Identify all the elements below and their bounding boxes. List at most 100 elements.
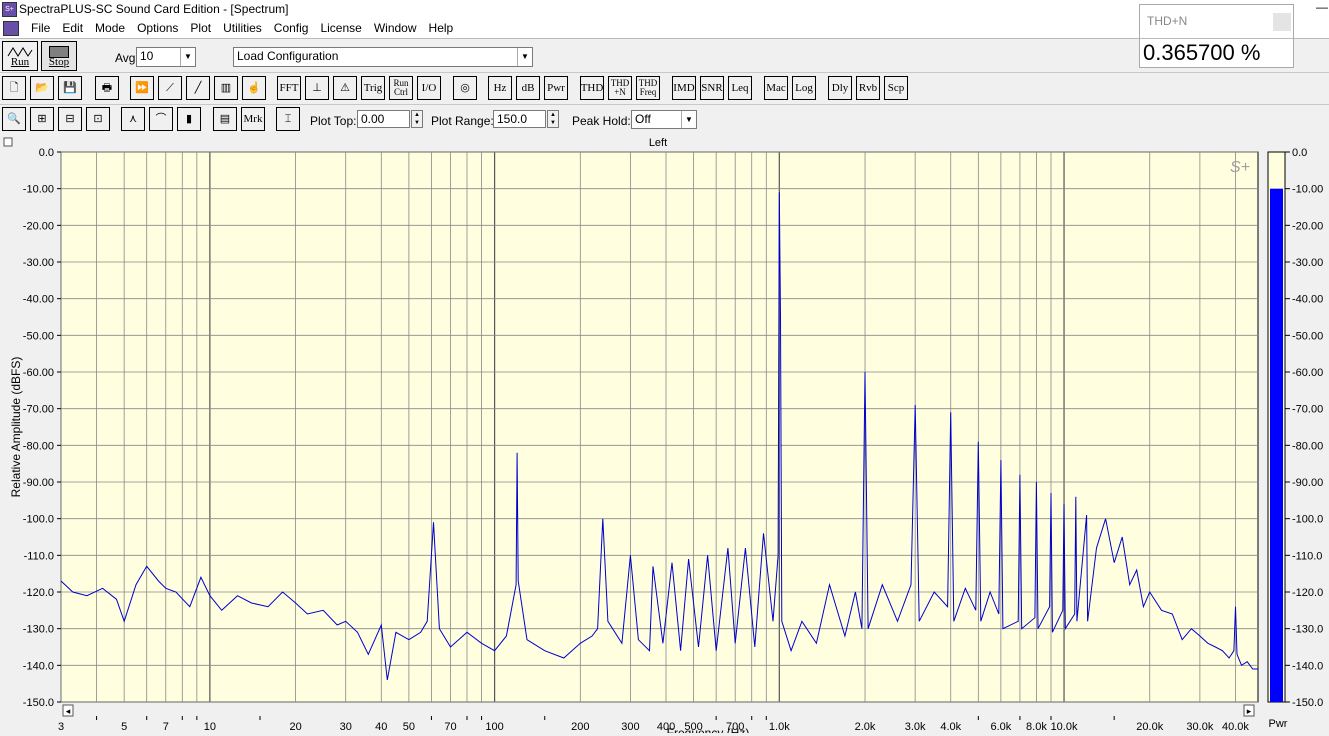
plot-range-spinner[interactable]: ▲ ▼ xyxy=(547,110,559,128)
pwr-button[interactable]: Pwr xyxy=(544,76,568,100)
menu-plot[interactable]: Plot xyxy=(184,21,217,35)
x-axis-title: Frequency (Hz) xyxy=(667,726,750,733)
chevron-down-icon[interactable]: ▼ xyxy=(681,111,696,128)
y-tick-label: -110.0 xyxy=(24,550,54,562)
peak-hold-select[interactable]: Off ▼ xyxy=(631,110,697,129)
log-button[interactable]: Log xyxy=(792,76,816,100)
x-tick-label: 300 xyxy=(621,721,639,733)
hand-icon: ☝ xyxy=(247,81,261,94)
generator-button[interactable]: ⚠ xyxy=(333,76,357,100)
menu-license[interactable]: License xyxy=(314,21,367,35)
bars-button[interactable]: ▥ xyxy=(214,76,238,100)
x-tick-label: 3.0k xyxy=(905,721,926,733)
io-button[interactable]: I/O xyxy=(417,76,441,100)
collapse-icon[interactable] xyxy=(3,137,13,147)
y-tick-label: -90.00 xyxy=(23,477,54,489)
thdn-label-2: +N xyxy=(614,87,626,97)
plot-range-input[interactable]: 150.0 xyxy=(493,110,546,128)
menu-file[interactable]: File xyxy=(25,21,56,35)
stop-button[interactable]: Stop xyxy=(41,41,77,71)
stop-label: Stop xyxy=(48,55,70,68)
new-file-button[interactable]: 🗋 xyxy=(2,76,26,100)
spectrum-chart[interactable]: Left 0.0 -10.00 -20.00 -30.00 -40.00 -50.00 -60… xyxy=(0,135,1329,736)
dly-button[interactable]: Dly xyxy=(828,76,852,100)
thd-freq-button[interactable]: THD Freq xyxy=(636,76,660,100)
menu-mode[interactable]: Mode xyxy=(89,21,131,35)
print-icon: 🖶 xyxy=(101,81,113,94)
menu-utilities[interactable]: Utilities xyxy=(217,21,268,35)
x-tick-label: 8.0k xyxy=(1026,721,1047,733)
menu-help[interactable]: Help xyxy=(423,21,460,35)
peak-marker-button[interactable]: ⋏ xyxy=(121,107,145,131)
y-tick-label: -50.00 xyxy=(23,330,54,342)
y-tick-label: -20.00 xyxy=(23,220,54,232)
bars-icon: ▥ xyxy=(220,81,232,94)
plot-toolbar: 🔍 ⊞ ⊟ ⊡ ⋏ ⌒ ▮ ▤ Mrk ⌶ Plot Top: 0.00 ▲ ▼ … xyxy=(0,106,1329,134)
thdn-button[interactable]: THD +N xyxy=(608,76,632,100)
zoom-out-icon: ⊟ xyxy=(65,112,75,125)
run-ctrl-label-2: Ctrl xyxy=(393,87,408,97)
menu-edit[interactable]: Edit xyxy=(56,21,89,35)
fft-button[interactable]: FFT xyxy=(277,76,301,100)
chevron-down-icon[interactable]: ▼ xyxy=(180,48,195,66)
zoom-button[interactable]: 🔍 xyxy=(2,107,26,131)
zoom-full-button[interactable]: ⊡ xyxy=(86,107,110,131)
mac-button[interactable]: Mac xyxy=(764,76,788,100)
peak-icon: ⟋ xyxy=(166,81,174,94)
close-icon[interactable] xyxy=(1273,13,1291,31)
imd-button[interactable]: IMD xyxy=(672,76,696,100)
zoom-full-icon: ⊡ xyxy=(93,112,103,125)
analysis-toolbar: 🗋 📂 💾 🖶 ⏩ ⟋ ╱ ▥ ☝ FFT ⊥ ⚠ Trig Run Ctrl … xyxy=(0,74,1329,105)
thdn-meter-window[interactable]: THD+N 0.365700 % xyxy=(1139,4,1294,68)
axis-button[interactable]: ⊥ xyxy=(305,76,329,100)
configuration-value: Load Configuration xyxy=(237,49,339,63)
trig-button[interactable]: Trig xyxy=(361,76,385,100)
save-file-button[interactable]: 💾 xyxy=(58,76,82,100)
cursor-button[interactable]: ⌶ xyxy=(276,107,300,131)
meter-tick-label: -150.0 xyxy=(1292,697,1323,709)
zoom-in-2x-button[interactable]: ⊞ xyxy=(30,107,54,131)
envelope-button[interactable]: ⌒ xyxy=(149,107,173,131)
document-icon[interactable] xyxy=(3,21,19,36)
snr-button[interactable]: SNR xyxy=(700,76,724,100)
leq-button[interactable]: Leq xyxy=(728,76,752,100)
hand-button[interactable]: ☝ xyxy=(242,76,266,100)
meter-tick-label: -100.0 xyxy=(1292,514,1323,526)
histogram-button[interactable]: ▮ xyxy=(177,107,201,131)
peak-search-button[interactable]: ⟋ xyxy=(158,76,182,100)
hz-button[interactable]: Hz xyxy=(488,76,512,100)
display-button[interactable]: ▤ xyxy=(213,107,237,131)
thd-button[interactable]: THD xyxy=(580,76,604,100)
meter-tick-label: -140.0 xyxy=(1292,660,1323,672)
db-label: dB xyxy=(521,81,535,94)
scp-button[interactable]: Scp xyxy=(884,76,908,100)
meter-tick-label: -80.00 xyxy=(1292,440,1323,452)
plot-top-input[interactable]: 0.00 xyxy=(357,110,410,128)
chevron-down-icon[interactable]: ▼ xyxy=(517,48,532,66)
open-file-button[interactable]: 📂 xyxy=(30,76,54,100)
fast-forward-button[interactable]: ⏩ xyxy=(130,76,154,100)
run-ctrl-button[interactable]: Run Ctrl xyxy=(389,76,413,100)
rvb-button[interactable]: Rvb xyxy=(856,76,880,100)
x-tick-label: 5 xyxy=(121,721,127,733)
menu-config[interactable]: Config xyxy=(268,21,315,35)
configuration-select[interactable]: Load Configuration ▼ xyxy=(233,47,533,67)
avg-select[interactable]: 10 ▼ xyxy=(136,47,196,67)
channel-title: Left xyxy=(649,137,667,149)
pwr-label: Pwr xyxy=(547,81,565,94)
meter-tick-label: -60.00 xyxy=(1292,367,1323,379)
menu-options[interactable]: Options xyxy=(131,21,184,35)
window-title: SpectraPLUS-SC Sound Card Edition - [Spe… xyxy=(19,2,289,16)
slope-button[interactable]: ╱ xyxy=(186,76,210,100)
dly-label: Dly xyxy=(831,81,849,94)
app-icon: S+ xyxy=(2,2,17,17)
menu-window[interactable]: Window xyxy=(368,21,423,35)
minimize-icon[interactable]: — xyxy=(1316,0,1328,14)
zoom-out-2x-button[interactable]: ⊟ xyxy=(58,107,82,131)
marker-button[interactable]: Mrk xyxy=(241,107,265,131)
plot-top-spinner[interactable]: ▲ ▼ xyxy=(411,110,423,128)
run-button[interactable]: Run xyxy=(2,41,38,71)
signal-generator-button[interactable]: ◎ xyxy=(453,76,477,100)
print-button[interactable]: 🖶 xyxy=(95,76,119,100)
db-button[interactable]: dB xyxy=(516,76,540,100)
